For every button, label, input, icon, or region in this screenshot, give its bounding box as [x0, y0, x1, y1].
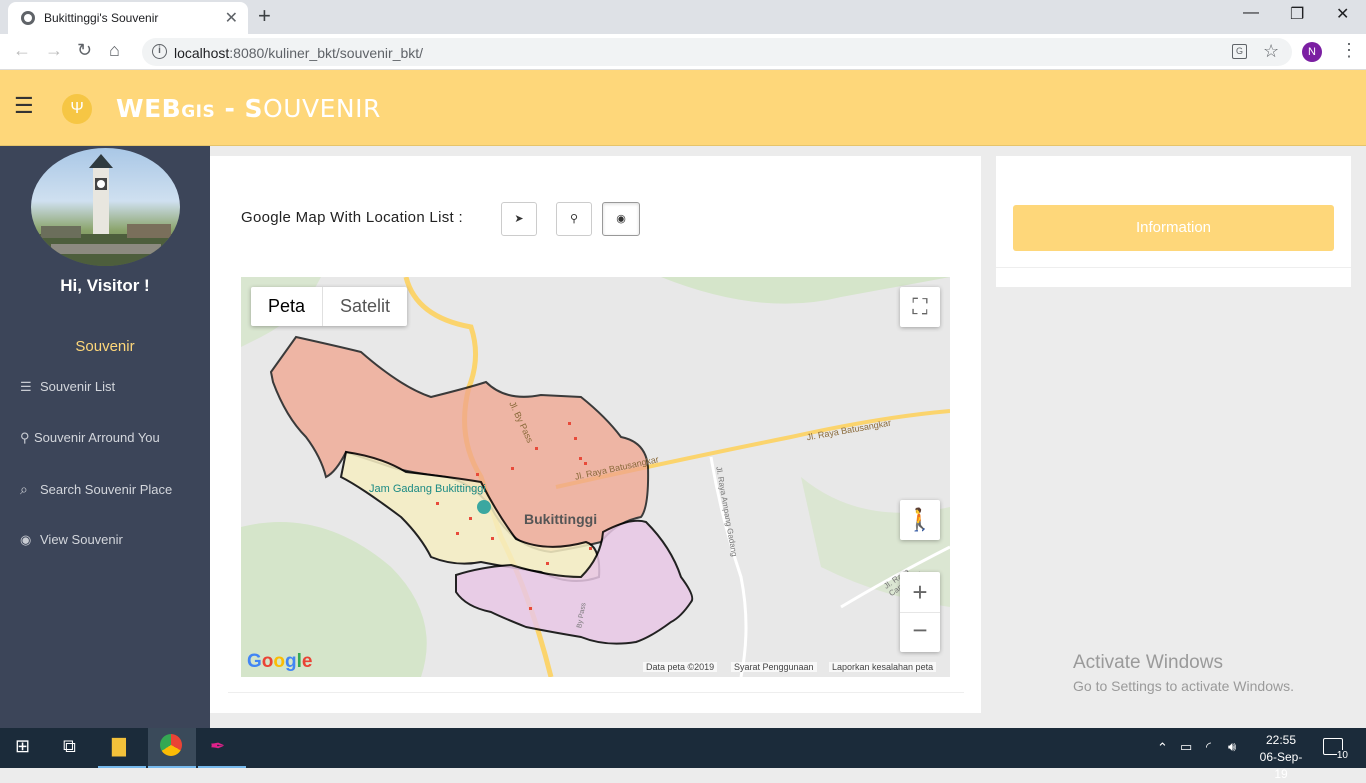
list-icon: ☰ — [20, 379, 32, 394]
pen-icon: ✒ — [210, 736, 226, 756]
greeting: Hi, Visitor ! — [60, 276, 150, 295]
sidebar-item-souvenir-around[interactable]: ⚲ Souvenir Arround You — [20, 430, 160, 446]
street-view-pegman[interactable]: 🚶 — [900, 500, 940, 540]
map-pin-icon: ⚲ — [569, 213, 579, 225]
new-tab-button[interactable]: + — [258, 3, 271, 29]
forward-icon[interactable]: → — [45, 40, 63, 61]
translate-icon[interactable]: G — [1232, 44, 1247, 59]
information-button[interactable]: Information — [1013, 205, 1334, 251]
task-view-icon[interactable]: ⧉ — [63, 736, 76, 757]
clock-tower-image — [31, 154, 180, 266]
map-pin-icon: ⚲ — [20, 430, 30, 445]
navigate-icon: ➤ — [514, 213, 524, 225]
folder-icon: ▇ — [112, 736, 126, 756]
chevron-up-icon[interactable]: ⌃ — [1157, 740, 1168, 756]
map-type-control: Peta Satelit — [251, 287, 408, 326]
maximize-button[interactable]: ❐ — [1290, 4, 1304, 24]
google-logo: Google — [247, 651, 313, 672]
zoom-out-button[interactable]: − — [900, 612, 940, 652]
file-explorer-button[interactable]: ▇ — [98, 728, 146, 768]
browser-tab-strip: Bukittinggi's Souvenir ✕ + — ❐ ✕ — [0, 0, 1366, 34]
map-terms-link[interactable]: Syarat Penggunaan — [731, 662, 817, 672]
sidebar-item-view-souvenir[interactable]: ◉ View Souvenir — [20, 532, 123, 548]
map-type-peta[interactable]: Peta — [251, 287, 324, 326]
map-type-satelit[interactable]: Satelit — [323, 287, 407, 326]
bookmark-star-icon[interactable]: ☆ — [1263, 41, 1279, 62]
window-close-button[interactable]: ✕ — [1336, 4, 1349, 24]
globe-icon — [21, 11, 35, 25]
address-bar[interactable]: i localhost:8080/kuliner_bkt/souvenir_bk… — [142, 38, 1292, 66]
battery-icon[interactable]: ▭ — [1180, 739, 1192, 755]
avatar — [31, 148, 180, 266]
section-heading: Souvenir — [75, 338, 135, 355]
map-label-landmark: Jam Gadang Bukittinggi — [369, 483, 486, 495]
chrome-taskbar-button[interactable] — [148, 728, 196, 768]
google-map[interactable]: Bukittinggi Jam Gadang Bukittinggi Jl. B… — [241, 277, 950, 677]
sidebar-item-souvenir-list[interactable]: ☰ Souvenir List — [20, 379, 115, 395]
volume-icon[interactable]: 🔊︎ — [1228, 739, 1236, 755]
fullscreen-icon: ⛶ — [912, 294, 928, 319]
view-button[interactable]: ◉ — [602, 202, 640, 236]
windows-start-icon[interactable]: ⊞ — [15, 736, 30, 757]
chrome-icon — [160, 734, 182, 756]
app-header: ☰ Ψ WEBGIS - SOUVENIR — [0, 70, 1366, 146]
logo: Ψ — [62, 94, 92, 124]
notification-center-icon[interactable]: 10 — [1323, 738, 1348, 761]
wifi-icon[interactable]: ◜ — [1206, 739, 1211, 755]
url-text[interactable]: localhost:8080/kuliner_bkt/souvenir_bkt/ — [174, 45, 423, 61]
back-icon[interactable]: ← — [13, 40, 31, 61]
minimize-button[interactable]: — — [1243, 4, 1259, 22]
menu-kebab-icon[interactable]: ⋮ — [1340, 40, 1358, 61]
fullscreen-button[interactable]: ⛶ — [900, 287, 940, 327]
search-icon: ⌕ — [20, 481, 28, 497]
browser-toolbar: ← → ↻ ⌂ i localhost:8080/kuliner_bkt/sou… — [0, 34, 1366, 70]
tab-title: Bukittinggi's Souvenir — [44, 11, 159, 25]
eye-icon: ◉ — [616, 213, 626, 225]
sidebar-item-search-souvenir[interactable]: ⌕ Search Souvenir Place — [20, 481, 172, 498]
map-heading: Google Map With Location List : — [241, 209, 463, 226]
map-report-link[interactable]: Laporkan kesalahan peta — [829, 662, 937, 672]
taskbar: ⊞ ⧉ ▇ ✒ ⌃ ▭ ◜ 🔊︎ 22:55 06-Sep-19 10 — [0, 728, 1366, 781]
activate-windows-watermark: Activate Windows Go to Settings to activ… — [1073, 652, 1294, 694]
tab-close-button[interactable]: ✕ — [225, 8, 238, 28]
navigate-button[interactable]: ➤ — [501, 202, 537, 236]
map-data-credit: Data peta ©2019 — [643, 662, 718, 672]
browser-tab[interactable]: Bukittinggi's Souvenir ✕ — [8, 2, 248, 34]
map-label-city: Bukittinggi — [524, 511, 598, 527]
app-taskbar-button[interactable]: ✒ — [198, 728, 246, 768]
zoom-in-button[interactable]: + — [900, 572, 940, 612]
info-icon[interactable]: i — [152, 44, 167, 59]
location-button[interactable]: ⚲ — [556, 202, 592, 236]
sidebar: Hi, Visitor ! Souvenir ☰ Souvenir List ⚲ S… — [0, 146, 210, 728]
reload-icon[interactable]: ↻ — [77, 40, 92, 61]
hamburger-menu-icon[interactable]: ☰ — [14, 93, 34, 119]
app-title: WEBGIS - SOUVENIR — [116, 94, 381, 123]
profile-avatar[interactable]: N — [1302, 42, 1322, 62]
home-icon[interactable]: ⌂ — [109, 40, 120, 61]
system-clock[interactable]: 22:55 06-Sep-19 — [1254, 732, 1308, 783]
zoom-control: + − — [900, 572, 940, 652]
pegman-icon: 🚶 — [906, 507, 934, 532]
divider — [228, 692, 964, 693]
eye-icon: ◉ — [20, 532, 32, 547]
